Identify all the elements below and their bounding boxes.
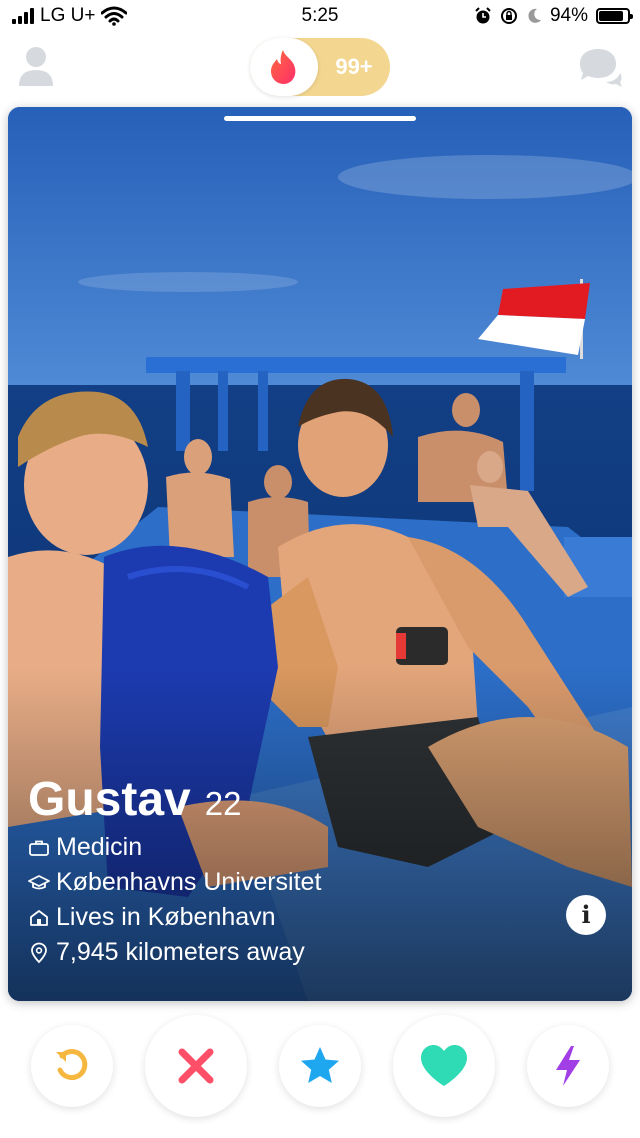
home-icon <box>30 909 48 926</box>
job-text: Medicin <box>56 833 143 861</box>
flame-button[interactable] <box>250 38 318 96</box>
photo-indicator[interactable] <box>224 116 416 121</box>
chat-icon[interactable] <box>576 46 624 88</box>
rewind-icon <box>56 1049 88 1081</box>
lightning-icon <box>556 1046 580 1086</box>
super-like-button[interactable] <box>279 1025 361 1107</box>
school-row: Københavns Universitet <box>28 868 321 897</box>
profile-name: Gustav <box>28 773 191 826</box>
alarm-icon <box>475 7 491 24</box>
profile-age: 22 <box>204 785 242 822</box>
school-text: Københavns Universitet <box>56 868 322 896</box>
star-icon <box>301 1047 339 1083</box>
info-button[interactable]: i <box>566 895 606 935</box>
like-button[interactable] <box>393 1015 495 1117</box>
nope-icon <box>178 1048 214 1084</box>
rewind-button[interactable] <box>31 1025 113 1107</box>
rotation-lock-icon <box>500 8 517 24</box>
battery-icon <box>596 8 633 24</box>
profile-card[interactable]: Gustav 22 Medicin Københavns Universitet… <box>8 107 632 1001</box>
graduation-cap-icon <box>28 874 50 889</box>
moon-icon <box>528 8 541 23</box>
battery-level <box>599 11 624 21</box>
briefcase-icon <box>29 840 49 856</box>
profile-icon[interactable] <box>16 44 56 88</box>
distance-text: 7,945 kilometers away <box>56 938 305 966</box>
flame-icon <box>271 50 296 84</box>
likes-count: 99+ <box>335 54 373 79</box>
distance-row: 7,945 kilometers away <box>28 938 321 967</box>
boost-button[interactable] <box>527 1025 609 1107</box>
profile-info: Gustav 22 Medicin Københavns Universitet… <box>28 772 321 967</box>
status-right: 94% <box>474 5 633 27</box>
city-text: Lives in København <box>56 903 276 931</box>
heart-icon <box>421 1045 467 1086</box>
top-nav: 99+ <box>0 34 640 100</box>
name-row: Gustav 22 <box>28 772 321 827</box>
nope-button[interactable] <box>145 1015 247 1117</box>
info-icon: i <box>581 900 591 929</box>
location-pin-icon <box>31 942 47 963</box>
status-bar: LG U+ 5:25 94% <box>0 0 640 34</box>
likes-you-toggle[interactable]: 99+ <box>250 38 390 96</box>
job-row: Medicin <box>28 833 321 862</box>
battery-percent: 94% <box>549 5 588 26</box>
city-row: Lives in København <box>28 903 321 932</box>
